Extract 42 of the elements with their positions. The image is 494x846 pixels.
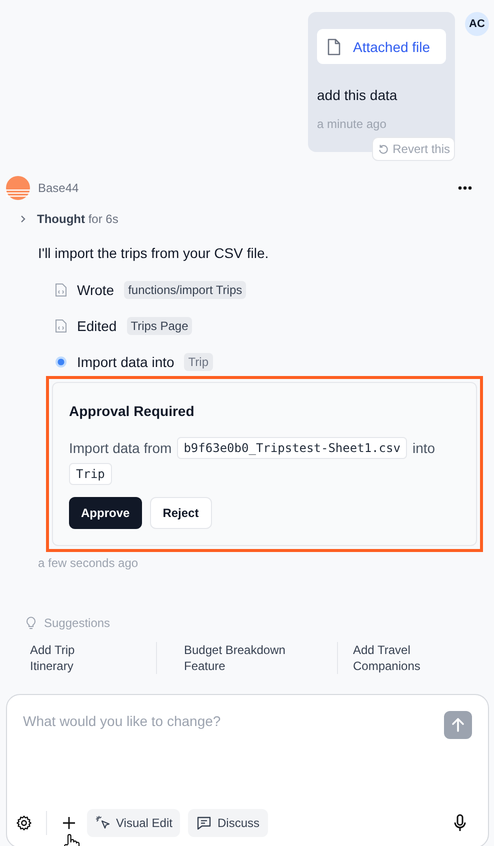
- message-text: add this data: [317, 87, 398, 103]
- message-input[interactable]: What would you like to change? Visual Edit Discuss: [6, 694, 489, 846]
- visual-edit-button[interactable]: Visual Edit: [87, 809, 180, 837]
- suggestion-chip[interactable]: Add Trip Itinerary: [30, 642, 110, 674]
- thought-toggle[interactable]: Thought for 6s: [19, 212, 118, 226]
- code-file-icon: [55, 283, 67, 297]
- more-icon[interactable]: [458, 186, 472, 190]
- assistant-name: Base44: [38, 181, 79, 195]
- suggestion-chip[interactable]: Budget Breakdown Feature: [156, 642, 304, 674]
- step-target: functions/import Trips: [124, 281, 246, 299]
- file-name: b9f63e0b0_Tripstest-Sheet1.csv: [176, 437, 408, 459]
- entity-name: Trip: [69, 463, 112, 485]
- lightbulb-icon: [26, 616, 36, 630]
- logo-icon: [6, 176, 30, 200]
- suggestion-chip[interactable]: Add Travel Companions: [337, 642, 453, 674]
- timestamp: a few seconds ago: [38, 556, 138, 570]
- assistant-message: I'll import the trips from your CSV file.: [38, 245, 269, 261]
- undo-icon: [378, 144, 389, 154]
- attached-file-link[interactable]: Attached file: [317, 29, 446, 64]
- chat-icon: [196, 815, 212, 831]
- microphone-icon[interactable]: [454, 814, 466, 832]
- settings-icon[interactable]: [16, 815, 32, 831]
- timestamp: a minute ago: [317, 117, 388, 131]
- plus-icon[interactable]: [63, 817, 75, 829]
- file-icon: [327, 38, 341, 56]
- card-title: Approval Required: [69, 403, 196, 419]
- user-avatar: AC: [465, 12, 489, 36]
- approve-button[interactable]: Approve: [69, 497, 142, 529]
- step-label: Import data into: [77, 354, 174, 370]
- progress-dot-icon: [55, 356, 67, 368]
- discuss-button[interactable]: Discuss: [188, 809, 268, 837]
- arrow-up-icon: [451, 717, 465, 733]
- step-label: Wrote: [77, 282, 114, 298]
- step-target: Trip: [184, 353, 213, 371]
- reject-button[interactable]: Reject: [150, 497, 212, 529]
- step-target: Trips Page: [126, 317, 192, 335]
- description-text: into: [412, 439, 436, 457]
- description-text: Import data from: [69, 439, 172, 457]
- code-file-icon: [55, 319, 67, 333]
- step-label: Edited: [77, 318, 117, 334]
- section-label: Suggestions: [44, 616, 110, 630]
- cursor-sparkle-icon: [95, 815, 111, 831]
